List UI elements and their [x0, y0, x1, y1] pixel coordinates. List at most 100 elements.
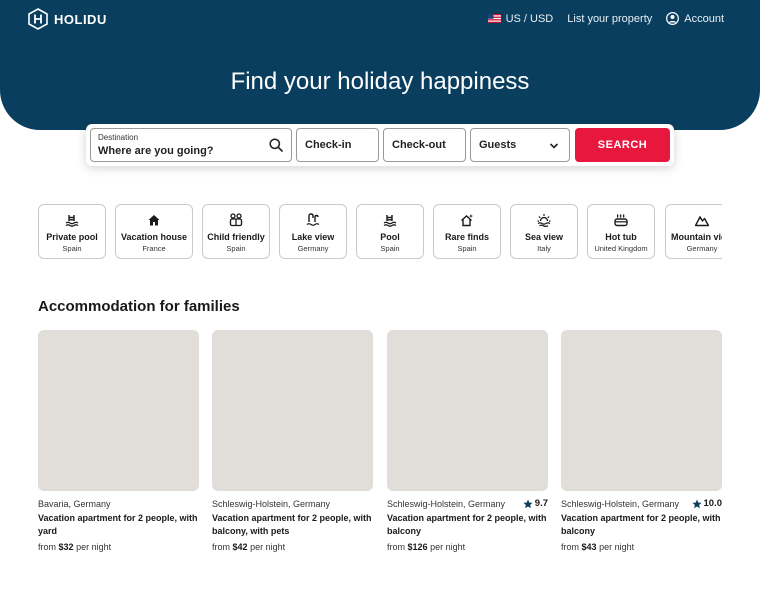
search-button[interactable]: SEARCH: [575, 128, 670, 162]
checkin-field[interactable]: Check-in: [296, 128, 379, 162]
house-icon: [148, 215, 160, 226]
category-carousel: Private pool Spain Vacation house France…: [38, 204, 722, 260]
destination-field[interactable]: Destination: [90, 128, 292, 162]
pool-icon: [383, 215, 397, 227]
category-country: Spain: [457, 244, 477, 253]
category-country: Spain: [226, 244, 246, 253]
guests-label: Guests: [479, 139, 517, 151]
category-card[interactable]: Hot tub United Kingdom: [587, 204, 655, 259]
category-country: Spain: [380, 244, 400, 253]
category-title: Hot tub: [605, 232, 637, 242]
search-icon: [269, 138, 283, 152]
listing-image[interactable]: [387, 330, 548, 491]
category-card[interactable]: Vacation house France: [115, 204, 193, 259]
account-label: Account: [684, 12, 724, 25]
category-title: Vacation house: [120, 232, 188, 242]
listing-location: Schleswig-Holstein, Germany: [387, 499, 506, 509]
search-bar: Destination Check-in Check-out Guests SE…: [86, 124, 674, 166]
currency-label: US / USD: [505, 12, 554, 25]
listing-image[interactable]: [561, 330, 722, 491]
listing-card[interactable]: Bavaria, Germany Vacation apartment for …: [38, 330, 199, 552]
guests-dropdown[interactable]: Guests: [470, 128, 570, 162]
hero-title: Find your holiday happiness: [230, 68, 530, 95]
currency-selector[interactable]: US / USD: [487, 12, 554, 25]
listing-title: Vacation apartment for 2 people, with ba…: [561, 513, 721, 536]
destination-label: Destination: [98, 133, 139, 142]
hero-banner: HOLIDU US / USD List your property Accou…: [0, 0, 760, 130]
category-country: Germany: [297, 244, 329, 253]
checkout-label: Check-out: [392, 139, 446, 151]
price-prefix: from: [212, 542, 230, 552]
price-prefix: from: [387, 542, 405, 552]
listing-rating: 10.0: [691, 498, 723, 509]
category-card[interactable]: Rare finds Spain: [433, 204, 501, 259]
price-suffix: per night: [76, 542, 112, 552]
listing-price: from $32 per night: [38, 542, 111, 552]
section-title: Accommodation for families: [38, 298, 240, 315]
category-card[interactable]: Child friendly Spain: [202, 204, 270, 259]
lake-icon: [306, 213, 320, 226]
category-country: Italy: [537, 244, 551, 253]
listing-location: Bavaria, Germany: [38, 499, 111, 509]
category-card[interactable]: Sea view Italy: [510, 204, 578, 259]
holidu-logo[interactable]: HOLIDU: [28, 8, 107, 30]
special-house-icon: [461, 214, 474, 227]
listing-location: Schleswig-Holstein, Germany: [561, 499, 680, 509]
listing-title: Vacation apartment for 2 people, with ya…: [38, 513, 198, 536]
listing-title: Vacation apartment for 2 people, with ba…: [387, 513, 547, 536]
rating-value: 10.0: [703, 498, 723, 509]
sunset-icon: [537, 214, 551, 227]
pool-icon: [65, 215, 79, 227]
listing-card[interactable]: Schleswig-Holstein, Germany 9.7 Vacation…: [387, 330, 548, 552]
category-country: Spain: [62, 244, 82, 253]
listing-rating: 9.7: [523, 498, 548, 509]
price-suffix: per night: [599, 542, 635, 552]
checkout-field[interactable]: Check-out: [383, 128, 466, 162]
price-amount: $43: [581, 542, 597, 552]
logo-icon: [28, 8, 48, 30]
price-prefix: from: [38, 542, 56, 552]
price-suffix: per night: [430, 542, 466, 552]
family-icon: [229, 213, 243, 227]
category-country: Germany: [686, 244, 718, 253]
category-title: Rare finds: [444, 232, 489, 242]
hot-tub-icon: [614, 214, 628, 227]
price-amount: $126: [407, 542, 428, 552]
listing-card[interactable]: Schleswig-Holstein, Germany Vacation apa…: [212, 330, 373, 552]
checkin-label: Check-in: [305, 139, 352, 151]
rating-value: 9.7: [534, 498, 548, 509]
listing-title: Vacation apartment for 2 people, with ba…: [212, 513, 372, 536]
logo-text: HOLIDU: [54, 11, 107, 27]
listing-card[interactable]: Schleswig-Holstein, Germany 10.0 Vacatio…: [561, 330, 722, 552]
category-title: Lake view: [291, 232, 335, 242]
destination-input[interactable]: [98, 145, 258, 157]
list-property-label: List your property: [567, 12, 653, 25]
category-title: Pool: [380, 232, 400, 242]
star-icon: [691, 499, 702, 508]
price-prefix: from: [561, 542, 579, 552]
category-country: United Kingdom: [594, 244, 648, 253]
category-card[interactable]: Pool Spain: [356, 204, 424, 259]
category-title: Mountain view: [670, 232, 722, 242]
account-icon: [666, 12, 680, 25]
list-property-link[interactable]: List your property: [567, 13, 652, 25]
chevron-down-icon: [549, 143, 559, 149]
category-card[interactable]: Lake view Germany: [279, 204, 347, 259]
mountain-icon: [695, 215, 709, 227]
category-title: Sea view: [524, 232, 564, 242]
us-flag-icon: [487, 14, 501, 23]
price-suffix: per night: [250, 542, 286, 552]
category-card[interactable]: Mountain view Germany: [665, 204, 722, 259]
listing-price: from $126 per night: [387, 542, 465, 552]
listing-price: from $42 per night: [212, 542, 285, 552]
listing-price: from $43 per night: [561, 542, 634, 552]
price-amount: $42: [232, 542, 248, 552]
category-card[interactable]: Private pool Spain: [38, 204, 106, 259]
listing-image[interactable]: [38, 330, 199, 491]
price-amount: $32: [58, 542, 74, 552]
listing-location: Schleswig-Holstein, Germany: [212, 499, 331, 509]
listing-image[interactable]: [212, 330, 373, 491]
account-link[interactable]: Account: [666, 12, 724, 25]
category-country: France: [142, 244, 166, 253]
category-title: Private pool: [46, 232, 98, 242]
